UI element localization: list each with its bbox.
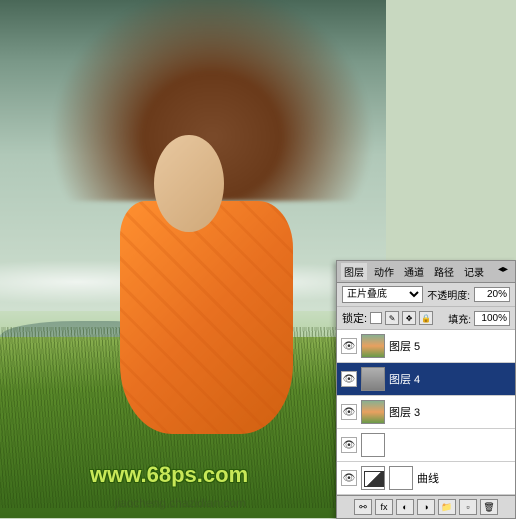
layer-item-5[interactable]: 👁 图层 5	[337, 330, 515, 363]
tab-history[interactable]: 记录	[461, 263, 487, 280]
folder-icon[interactable]: 📁	[438, 499, 456, 515]
lock-label: 锁定:	[342, 310, 367, 326]
layer-name-label[interactable]: 曲线	[417, 470, 511, 486]
lock-all-icon[interactable]: 🔒	[419, 311, 433, 325]
editor-canvas[interactable]: www.68ps.com jiaocheng.chazidian.com	[0, 0, 386, 518]
visibility-icon[interactable]: 👁	[341, 404, 357, 420]
figure-subject	[97, 104, 329, 493]
lock-fill-row: 锁定: ✎ ✥ 🔒 填充:	[337, 307, 515, 330]
layer-item-blank[interactable]: 👁	[337, 429, 515, 462]
layer-name-label[interactable]: 图层 4	[389, 371, 511, 387]
layer-name-label[interactable]: 图层 3	[389, 404, 511, 420]
layer-thumbnail[interactable]	[361, 367, 385, 391]
layer-item-3[interactable]: 👁 图层 3	[337, 396, 515, 429]
lock-paint-icon[interactable]: ✎	[385, 311, 399, 325]
adjustment-thumbnail[interactable]	[361, 466, 385, 490]
visibility-icon[interactable]: 👁	[341, 338, 357, 354]
layer-name-label[interactable]: 图层 5	[389, 338, 511, 354]
panel-tabs: 图层 动作 通道 路径 记录 ◂▸	[337, 261, 515, 283]
fill-input[interactable]	[474, 311, 510, 326]
visibility-icon[interactable]: 👁	[341, 470, 357, 486]
layer-thumbnail[interactable]	[361, 400, 385, 424]
new-layer-icon[interactable]: ▫	[459, 499, 477, 515]
opacity-input[interactable]	[474, 287, 510, 302]
layer-mask-thumbnail[interactable]	[389, 466, 413, 490]
mask-icon[interactable]: ◐	[396, 499, 414, 515]
blend-opacity-row: 正片叠底 不透明度:	[337, 283, 515, 307]
layer-item-4[interactable]: 👁 图层 4	[337, 363, 515, 396]
layers-list: 👁 图层 5 👁 图层 4 👁 图层 3 👁 👁 曲线	[337, 330, 515, 495]
visibility-icon[interactable]: 👁	[341, 437, 357, 453]
link-layers-icon[interactable]: ⚯	[354, 499, 372, 515]
tab-actions[interactable]: 动作	[371, 263, 397, 280]
lock-move-icon[interactable]: ✥	[402, 311, 416, 325]
head	[154, 135, 223, 232]
tab-channels[interactable]: 通道	[401, 263, 427, 280]
trash-icon[interactable]: 🗑	[480, 499, 498, 515]
visibility-icon[interactable]: 👁	[341, 371, 357, 387]
layer-thumbnail[interactable]	[361, 334, 385, 358]
blend-mode-select[interactable]: 正片叠底	[342, 286, 423, 303]
body-shirt	[120, 201, 294, 434]
opacity-label: 不透明度:	[427, 287, 470, 302]
layer-thumbnail[interactable]	[361, 433, 385, 457]
tab-layers[interactable]: 图层	[341, 263, 367, 280]
panel-bottom-toolbar: ⚯ fx ◐ ◑ 📁 ▫ 🗑	[337, 495, 515, 518]
adjustment-icon[interactable]: ◑	[417, 499, 435, 515]
lock-transparency-icon[interactable]	[370, 312, 382, 324]
panel-menu-icon[interactable]: ◂▸	[495, 263, 511, 280]
layer-item-curves[interactable]: 👁 曲线	[337, 462, 515, 495]
layers-panel: 图层 动作 通道 路径 记录 ◂▸ 正片叠底 不透明度: 锁定: ✎ ✥ 🔒 填…	[336, 260, 516, 519]
fx-icon[interactable]: fx	[375, 499, 393, 515]
tab-paths[interactable]: 路径	[431, 263, 457, 280]
fill-label: 填充:	[448, 311, 471, 326]
